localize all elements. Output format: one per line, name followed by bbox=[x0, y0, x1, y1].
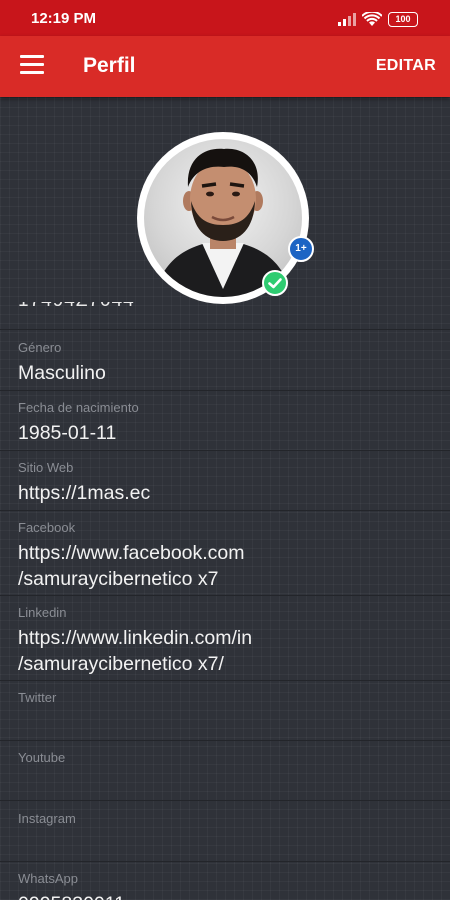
field-twitter: Twitter bbox=[0, 690, 450, 710]
field-label: Youtube bbox=[18, 750, 66, 765]
divider bbox=[0, 861, 450, 862]
plus-badge: 1+ bbox=[288, 236, 314, 262]
field-gender: Género Masculino bbox=[0, 340, 450, 386]
divider bbox=[0, 390, 450, 391]
field-label: Instagram bbox=[18, 811, 76, 826]
battery-icon: 100 bbox=[388, 11, 418, 27]
wifi-icon bbox=[362, 11, 382, 26]
partial-field-text: 17494Z7044 bbox=[18, 302, 218, 312]
field-linkedin: Linkedin https://www.linkedin.com/in /sa… bbox=[0, 605, 450, 677]
menu-button[interactable] bbox=[20, 55, 44, 75]
partial-field-value: 17494Z7044 bbox=[18, 302, 218, 318]
profile-content[interactable]: 1+ 17494Z7044 Género Masculino Fecha de … bbox=[0, 97, 450, 900]
field-website: Sitio Web https://1mas.ec bbox=[0, 460, 450, 506]
divider bbox=[0, 510, 450, 511]
divider bbox=[0, 450, 450, 451]
divider bbox=[0, 329, 450, 330]
menu-icon-bar bbox=[20, 63, 44, 66]
field-whatsapp: WhatsApp 0995830011 bbox=[0, 871, 450, 900]
edit-button[interactable]: EDITAR bbox=[376, 57, 436, 75]
signal-icon bbox=[338, 13, 356, 26]
field-label: Género bbox=[18, 340, 62, 355]
status-time: 12:19 PM bbox=[31, 10, 97, 27]
status-bar: 12:19 PM 100 bbox=[0, 0, 450, 36]
field-value[interactable]: https://1mas.ec bbox=[18, 480, 450, 506]
divider bbox=[0, 800, 450, 801]
menu-icon-bar bbox=[20, 71, 44, 74]
divider bbox=[0, 740, 450, 741]
field-value: Masculino bbox=[18, 362, 106, 384]
divider bbox=[0, 680, 450, 681]
field-label: Linkedin bbox=[18, 605, 67, 620]
field-label: Fecha de nacimiento bbox=[18, 400, 139, 415]
field-instagram: Instagram bbox=[0, 811, 450, 831]
field-value[interactable]: https://www.linkedin.com/in /samuraycibe… bbox=[18, 625, 450, 677]
status-icons: 100 bbox=[338, 10, 418, 28]
field-value[interactable]: https://www.facebook.com /samurayciberne… bbox=[18, 540, 450, 592]
menu-icon-bar bbox=[20, 55, 44, 58]
field-label: Twitter bbox=[18, 690, 57, 705]
field-label: Sitio Web bbox=[18, 460, 74, 475]
divider bbox=[0, 595, 450, 596]
field-birthdate: Fecha de nacimiento 1985-01-11 bbox=[0, 400, 450, 446]
page-title: Perfil bbox=[83, 54, 136, 77]
app-bar: Perfil EDITAR bbox=[0, 36, 450, 97]
field-label: WhatsApp bbox=[18, 871, 78, 886]
field-youtube: Youtube bbox=[0, 750, 450, 770]
verified-check-icon bbox=[262, 270, 288, 296]
field-label: Facebook bbox=[18, 520, 76, 535]
field-value: 1985-01-11 bbox=[18, 422, 117, 444]
field-value[interactable]: 0995830011 bbox=[18, 891, 450, 900]
profile-avatar[interactable]: 1+ bbox=[137, 132, 314, 304]
field-facebook: Facebook https://www.facebook.com /samur… bbox=[0, 520, 450, 592]
